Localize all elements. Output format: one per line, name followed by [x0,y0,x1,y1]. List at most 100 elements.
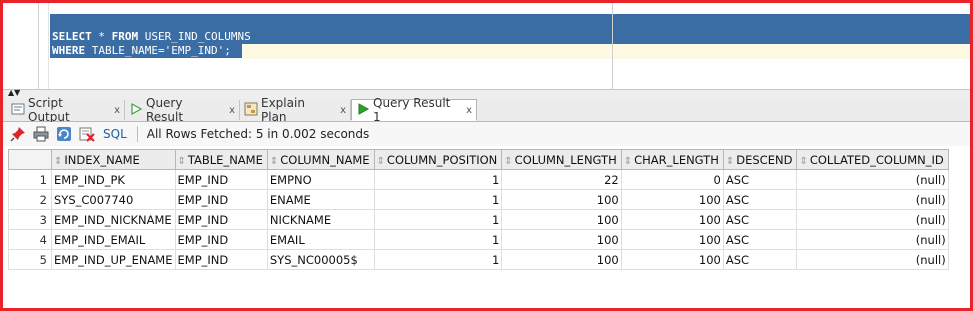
column-header[interactable]: ⇕ CHAR_LENGTH [620,149,724,170]
table-cell[interactable]: 1 [373,229,503,250]
table-cell[interactable]: 1 [373,209,503,230]
table-row[interactable]: 3 EMP_IND_NICKNAME EMP_IND NICKNAME 1 100 100 A… [8,209,949,230]
column-header[interactable]: ⇕ INDEX_NAME [51,149,176,170]
fetch-status: All Rows Fetched: 5 in 0.002 seconds [146,127,370,141]
results-tab-bar: Script Output x Query Result x Explain P… [3,96,970,124]
table-cell[interactable]: ASC [722,189,798,210]
table-cell[interactable]: ASC [722,229,798,250]
table-cell[interactable]: ENAME [266,189,375,210]
column-header-label: COLUMN_POSITION [386,152,498,167]
table-cell[interactable]: 100 [501,189,622,210]
print-icon[interactable] [33,126,49,142]
tab-query-result-1[interactable]: Query Result 1 x [351,96,477,124]
column-header[interactable]: ⇕ COLUMN_NAME [266,149,375,170]
table-cell[interactable]: SYS_NC00005$ [266,249,375,270]
table-row[interactable]: 4 EMP_IND_EMAIL EMP_IND EMAIL 1 100 100 ASC (nul… [8,229,949,250]
sql-keyword-select: SELECT [52,30,92,43]
row-number: 1 [8,169,52,190]
close-icon[interactable]: x [466,105,472,116]
tab-label: Script Output [28,96,70,124]
table-cell[interactable]: (null) [796,169,949,190]
table-cell[interactable]: ASC [722,249,798,270]
table-row[interactable]: 5 EMP_IND_UP_ENAME EMP_IND SYS_NC00005$ 1 100… [8,249,949,270]
table-cell[interactable]: 1 [373,169,503,190]
editor-right-margin [612,3,613,91]
table-row[interactable]: 2 SYS_C007740 EMP_IND ENAME 1 100 100 ASC (null) [8,189,949,210]
sort-icon: ⇕ [376,155,385,167]
sql-keyword-where: WHERE [52,44,86,57]
results-toolbar: SQL All Rows Fetched: 5 in 0.002 seconds [3,122,970,146]
row-number: 3 [8,209,52,230]
table-cell[interactable]: (null) [796,209,949,230]
tab-label: Query Result 1 [373,96,451,124]
table-cell[interactable]: EMP_IND_PK [51,169,176,190]
table-cell[interactable]: 100 [620,229,724,250]
table-cell[interactable]: 1 [373,189,503,210]
table-row[interactable]: 1 EMP_IND_PK EMP_IND EMPNO 1 22 0 ASC (null) [8,169,949,190]
column-header[interactable]: ⇕ COLLATED_COLUMN_ID [796,149,949,170]
close-icon[interactable]: x [114,105,120,116]
table-cell[interactable]: (null) [796,229,949,250]
tab-script-output[interactable]: Script Output x [7,96,125,124]
table-cell[interactable]: NICKNAME [266,209,375,230]
column-header[interactable]: ⇕ TABLE_NAME [174,149,268,170]
table-cell[interactable]: 100 [620,249,724,270]
sort-icon: ⇕ [799,155,808,167]
table-cell[interactable]: ASC [722,209,798,230]
refresh-icon[interactable] [56,126,72,142]
table-cell[interactable]: EMPNO [266,169,375,190]
script-output-icon [11,102,25,119]
sort-icon: ⇕ [623,155,633,167]
play-icon [129,102,143,119]
table-cell[interactable]: EMP_IND [174,189,268,210]
table-cell[interactable]: 0 [620,169,724,190]
play-icon [356,102,370,119]
column-header-label: INDEX_NAME [64,152,140,167]
sql-keyword-from: FROM [111,30,139,43]
sql-line-1[interactable]: SELECT * FROM USER_IND_COLUMNS [52,30,251,44]
table-cell[interactable]: SYS_C007740 [51,189,176,210]
column-header-label: DESCEND [736,152,793,167]
row-number: 4 [8,229,52,250]
sql-editor[interactable]: SELECT * FROM USER_IND_COLUMNS WHERE TAB… [3,3,970,91]
table-cell[interactable]: EMAIL [266,229,375,250]
tab-label: Explain Plan [261,96,305,124]
table-cell[interactable]: EMP_IND_EMAIL [51,229,176,250]
table-cell[interactable]: 1 [373,249,503,270]
table-cell[interactable]: EMP_IND [174,169,268,190]
tab-query-result[interactable]: Query Result x [125,96,240,124]
table-cell[interactable]: 100 [620,189,724,210]
row-number: 5 [8,249,52,270]
table-cell[interactable]: (null) [796,189,949,210]
column-header[interactable]: ⇕ COLUMN_POSITION [373,149,503,170]
table-cell[interactable]: 100 [501,249,622,270]
table-cell[interactable]: ASC [722,169,798,190]
table-cell[interactable]: EMP_IND [174,209,268,230]
sort-icon: ⇕ [177,155,186,167]
column-header[interactable]: ⇕ DESCEND [722,149,798,170]
sql-link[interactable]: SQL [103,127,127,141]
table-cell[interactable]: EMP_IND [174,249,268,270]
table-cell[interactable]: 100 [620,209,724,230]
column-header[interactable]: ⇕ COLUMN_LENGTH [501,149,622,170]
sort-icon: ⇕ [504,155,513,167]
close-icon[interactable]: x [340,105,346,116]
close-icon[interactable]: x [229,105,235,116]
sort-icon: ⇕ [725,155,735,167]
app-frame: SELECT * FROM USER_IND_COLUMNS WHERE TAB… [0,0,973,311]
table-cell[interactable]: EMP_IND_UP_ENAME [51,249,176,270]
table-cell[interactable]: 100 [501,229,622,250]
editor-gutter [38,3,39,91]
table-cell[interactable]: EMP_IND [174,229,268,250]
splitter-arrows-icon[interactable]: ▲▼ [8,89,20,97]
tab-explain-plan[interactable]: Explain Plan x [240,96,351,124]
table-cell[interactable]: (null) [796,249,949,270]
table-cell[interactable]: EMP_IND_NICKNAME [51,209,176,230]
table-cell[interactable]: 22 [501,169,622,190]
pin-icon[interactable] [10,126,26,142]
cancel-query-icon[interactable] [79,126,95,142]
table-cell[interactable]: 100 [501,209,622,230]
result-grid[interactable]: ⇕ INDEX_NAME ⇕ TABLE_NAME ⇕ COLUMN_NAME ⇕ CO… [8,149,970,270]
toolbar-divider [136,126,138,142]
sql-line-2[interactable]: WHERE TABLE_NAME='EMP_IND'; [52,44,231,58]
